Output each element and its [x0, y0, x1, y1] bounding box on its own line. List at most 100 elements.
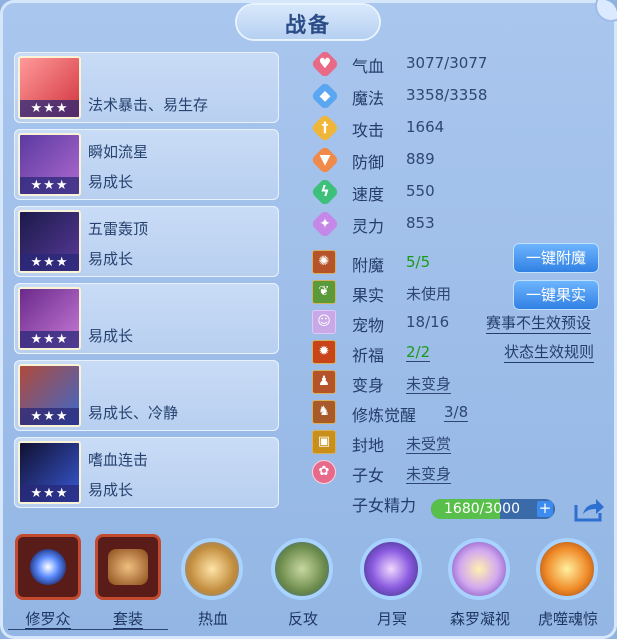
child-link[interactable]: 未变身 — [406, 463, 452, 484]
bottom-bar: 修罗众 套装 热血 反攻 月冥 森罗凝视 虎噬魂惊 — [0, 528, 617, 639]
stat-mp: ◆ 魔法 3358/3358 — [310, 80, 610, 112]
ex-label: 宠物 — [352, 316, 385, 335]
pet-icon: ☺ — [312, 310, 336, 334]
contest-preset-link[interactable]: 赛事不生效预设 — [486, 314, 592, 334]
stat-label: 灵力 — [352, 217, 385, 236]
child-value[interactable]: 未变身 — [406, 465, 452, 484]
stat-hp: ♥ 气血 3077/3077 — [310, 48, 610, 80]
senluoningshi-icon — [448, 538, 510, 600]
stat-value: 550 — [406, 182, 435, 200]
ex-value: 5/5 — [406, 253, 431, 271]
child-energy-bar: 1680/3000 + — [431, 499, 555, 519]
transform-icon: ♟ — [312, 370, 336, 394]
bottom-item-xiuluozhong[interactable]: 修罗众 — [8, 528, 88, 636]
one-key-fruit-button[interactable]: 一键果实 — [513, 280, 599, 310]
battle-prep-panel: 战备 ★★★ 法术暴击、易生存 ★★★ 瞬如流星 易成长 ★★★ 五雷轰顶 易成… — [0, 0, 617, 639]
title-banner: 战备 — [237, 5, 379, 39]
page-title: 战备 — [285, 13, 331, 37]
stat-value: 889 — [406, 150, 435, 168]
ex-value: 未使用 — [406, 285, 452, 303]
equipment-slot[interactable]: ★★★ 瞬如流星 易成长 — [14, 129, 279, 200]
equipment-trait: 法术暴击、易生存 — [88, 96, 209, 114]
ring-icon: ★★★ — [18, 364, 81, 427]
star-rating: ★★★ — [20, 331, 79, 348]
child-icon: ✿ — [312, 460, 336, 484]
equipment-slot[interactable]: ★★★ 法术暴击、易生存 — [14, 52, 279, 123]
stat-spirit: ✦ 灵力 853 — [310, 208, 610, 240]
ex-label: 子女 — [352, 466, 385, 485]
bottom-item-suit[interactable]: 套装 — [88, 528, 168, 636]
ex-label: 变身 — [352, 376, 385, 395]
rexue-icon — [181, 538, 243, 600]
bless-value: 2/2 — [406, 343, 431, 362]
thunder-mage-icon: ★★★ — [18, 210, 81, 273]
equipment-trait: 易成长 — [88, 173, 134, 191]
cultivate-value[interactable]: 3/8 — [444, 403, 469, 422]
stat-label: 防御 — [352, 153, 385, 172]
ex-label: 祈福 — [352, 346, 385, 365]
fief-value[interactable]: 未受赏 — [406, 435, 452, 454]
ex-value: 18/16 — [406, 313, 450, 331]
one-key-enchant-button[interactable]: 一键附魔 — [513, 243, 599, 273]
bottom-label: 修罗众 — [8, 608, 88, 630]
equipment-slot[interactable]: ★★★ 易成长、冷静 — [14, 360, 279, 431]
ex-label: 封地 — [352, 436, 385, 455]
equipment-slot[interactable]: ★★★ 五雷轰顶 易成长 — [14, 206, 279, 277]
equipment-trait: 易成长 — [88, 327, 134, 345]
cultivate-icon: ♞ — [312, 400, 336, 424]
spirit-glyph: ✦ — [319, 216, 331, 232]
fief-link[interactable]: 未受赏 — [406, 433, 452, 454]
child-energy-label: 子女精力 — [352, 496, 417, 515]
stat-value: 853 — [406, 214, 435, 232]
hushihunjing-icon — [536, 538, 598, 600]
star-rating: ★★★ — [20, 485, 79, 502]
equipment-slot[interactable]: ★★★ 嗜血连击 易成长 — [14, 437, 279, 508]
meteor-icon: ★★★ — [18, 133, 81, 196]
ice-sword-icon: ★★★ — [18, 56, 81, 119]
mana-glyph: ◆ — [319, 88, 331, 104]
equipment-name: 瞬如流星 — [88, 143, 149, 161]
fief-row: ▣ 封地 未受赏 — [310, 428, 610, 458]
stat-attack: † 攻击 1664 — [310, 112, 610, 144]
yueming-icon — [360, 538, 422, 600]
status-rules-link[interactable]: 状态生效规则 — [504, 343, 595, 363]
equipment-name: 嗜血连击 — [88, 451, 149, 469]
star-rating: ★★★ — [20, 408, 79, 425]
chain-icon: ★★★ — [18, 287, 81, 350]
shield-glyph: ▼ — [319, 152, 331, 168]
stat-value: 3077/3077 — [406, 54, 488, 72]
bottom-label: 月冥 — [376, 610, 407, 628]
bottom-label-text: 修罗众 — [25, 610, 71, 629]
bottom-item-fangong[interactable]: 反攻 — [263, 528, 343, 636]
bottom-label: 虎噬魂惊 — [537, 610, 598, 628]
fief-icon: ▣ — [312, 430, 336, 454]
bottom-item-yueming[interactable]: 月冥 — [352, 528, 432, 636]
corner-close-icon[interactable] — [597, 0, 617, 20]
bottom-item-senluoningshi[interactable]: 森罗凝视 — [440, 528, 520, 636]
stat-label: 速度 — [352, 185, 385, 204]
bottom-item-rexue[interactable]: 热血 — [173, 528, 253, 636]
enchant-icon: ✺ — [312, 250, 336, 274]
star-rating: ★★★ — [20, 177, 79, 194]
equipment-slot[interactable]: ★★★ 易成长 — [14, 283, 279, 354]
ex-label: 修炼觉醒 — [352, 406, 417, 425]
share-icon[interactable] — [573, 497, 605, 523]
transform-link[interactable]: 未变身 — [406, 373, 452, 394]
stat-label: 魔法 — [352, 89, 385, 108]
star-rating: ★★★ — [20, 254, 79, 271]
bottom-label: 热血 — [197, 610, 228, 628]
transform-value[interactable]: 未变身 — [406, 375, 452, 394]
equipment-list: ★★★ 法术暴击、易生存 ★★★ 瞬如流星 易成长 ★★★ 五雷轰顶 易成长 ★… — [14, 52, 279, 514]
equipment-name: 五雷轰顶 — [88, 220, 149, 238]
heart-glyph: ♥ — [318, 56, 332, 72]
xiuluozhong-icon — [15, 534, 81, 600]
suit-icon — [95, 534, 161, 600]
energy-text: 1680/3000 — [444, 501, 520, 517]
cultivate-link[interactable]: 3/8 — [444, 403, 469, 422]
stat-label: 气血 — [352, 57, 385, 76]
bloodthirst-icon: ★★★ — [18, 441, 81, 504]
stat-label: 攻击 — [352, 121, 385, 140]
sword-glyph: † — [321, 120, 329, 136]
bottom-item-hushihunjing[interactable]: 虎噬魂惊 — [528, 528, 608, 636]
plus-icon[interactable]: + — [537, 501, 553, 517]
